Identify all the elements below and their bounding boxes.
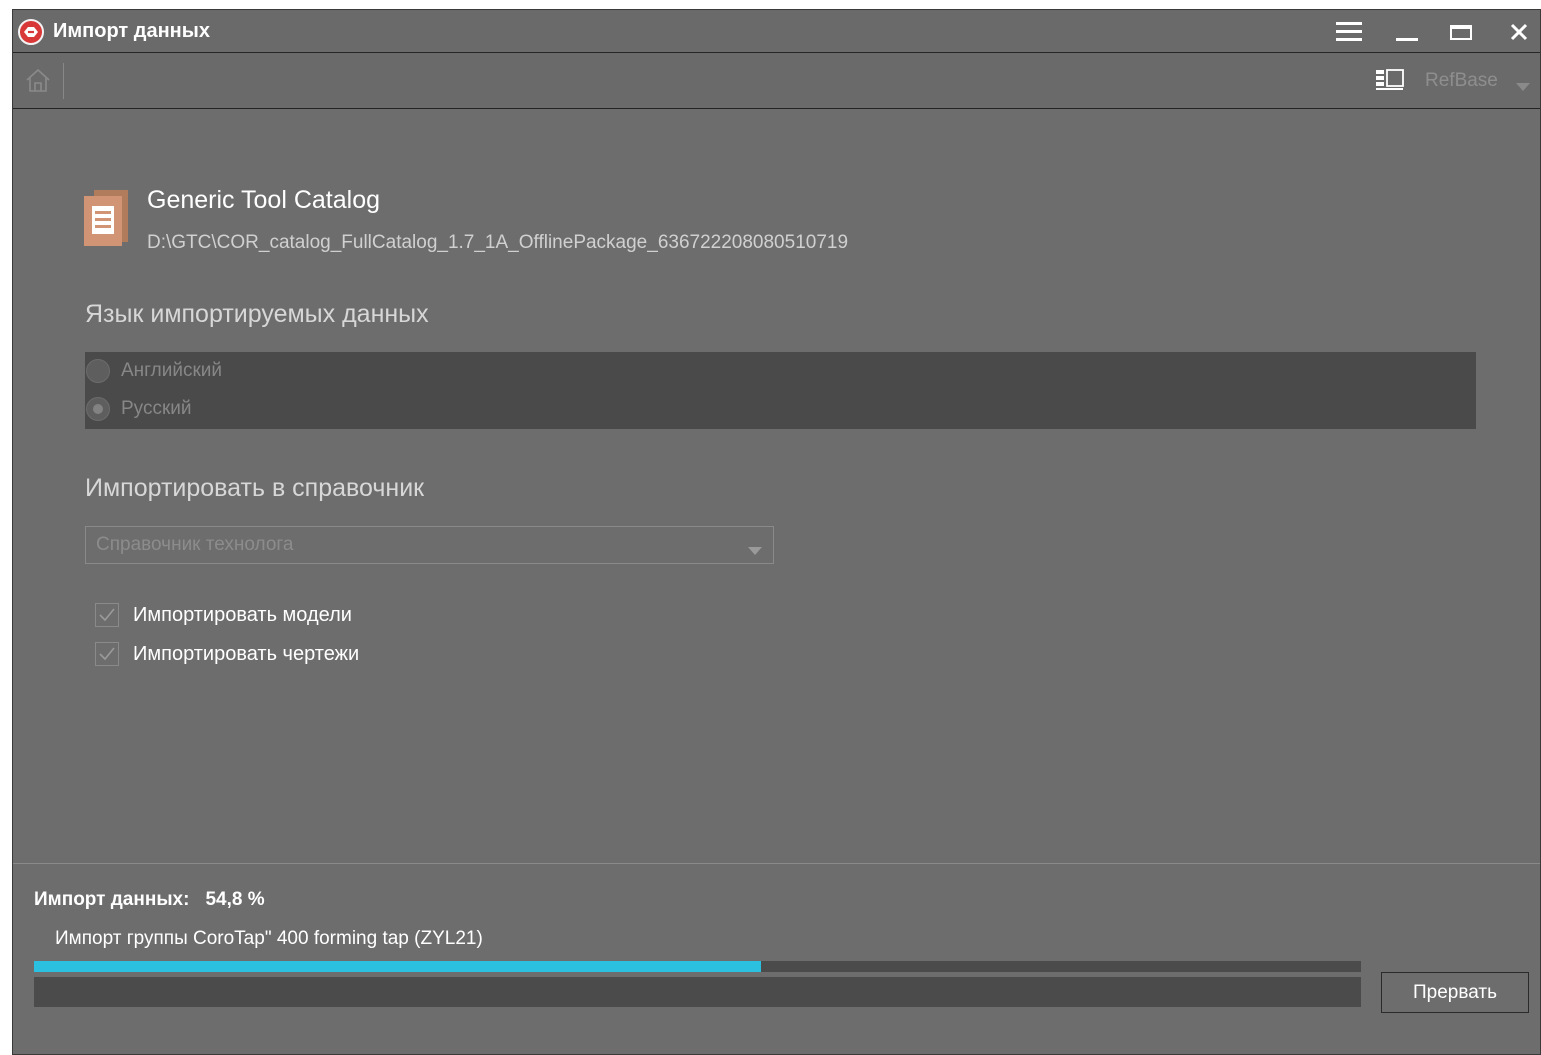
maximize-icon xyxy=(1450,23,1472,41)
catalog-book-icon xyxy=(84,188,130,251)
menu-button[interactable] xyxy=(1325,10,1373,53)
language-options-panel: Английский Русский xyxy=(85,352,1476,429)
chevron-down-icon[interactable] xyxy=(1516,78,1530,96)
maximize-button[interactable] xyxy=(1437,10,1485,53)
radio-button-selected[interactable] xyxy=(86,397,110,421)
import-drawings-checkbox[interactable] xyxy=(95,642,119,666)
progress-bar-secondary xyxy=(34,977,1361,1007)
minimize-button[interactable] xyxy=(1383,10,1431,53)
progress-percent: 54,8 % xyxy=(205,889,265,910)
progress-bar-fill xyxy=(34,961,762,972)
import-models-option[interactable]: Импортировать модели xyxy=(95,600,352,630)
minimize-icon xyxy=(1396,21,1418,43)
progress-label: Импорт данных: xyxy=(34,889,190,910)
close-icon xyxy=(1510,23,1528,41)
close-button[interactable] xyxy=(1495,10,1540,53)
abort-button[interactable]: Прервать xyxy=(1381,972,1529,1013)
import-drawings-option[interactable]: Импортировать чертежи xyxy=(95,639,359,669)
target-section-title: Импортировать в справочник xyxy=(85,474,425,502)
toolbar: RefBase xyxy=(13,53,1540,109)
hamburger-menu-icon xyxy=(1336,21,1362,43)
language-section-title: Язык импортируемых данных xyxy=(85,300,429,328)
footer-divider xyxy=(13,863,1540,864)
app-logo-icon xyxy=(18,19,44,45)
dropdown-value: Справочник технолога xyxy=(96,534,294,555)
progress-status: Импорт группы CoroTap" 400 forming tap (… xyxy=(55,928,483,949)
database-selector-label[interactable]: RefBase xyxy=(1425,70,1498,92)
panel-layout-icon[interactable] xyxy=(1375,69,1405,96)
checkbox-label: Импортировать чертежи xyxy=(133,642,360,665)
chevron-down-icon xyxy=(748,542,762,560)
catalog-path: D:\GTC\COR_catalog_FullCatalog_1.7_1A_Of… xyxy=(147,232,849,253)
window-title: Импорт данных xyxy=(53,20,210,42)
reference-book-dropdown[interactable]: Справочник технолога xyxy=(85,526,774,564)
checkmark-icon xyxy=(99,647,115,661)
home-icon[interactable] xyxy=(25,67,51,98)
radio-option-english[interactable]: Английский xyxy=(85,352,222,390)
radio-button[interactable] xyxy=(86,359,110,383)
radio-option-russian[interactable]: Русский xyxy=(85,390,192,428)
radio-label: Английский xyxy=(121,360,223,381)
progress-title: Импорт данных: 54,8 % xyxy=(34,889,265,911)
import-dialog-window: Импорт данных RefBase Generic Tool Catal… xyxy=(12,9,1541,1055)
catalog-title: Generic Tool Catalog xyxy=(147,186,381,214)
toolbar-separator xyxy=(63,63,64,99)
progress-bar xyxy=(34,961,1361,972)
title-bar: Импорт данных xyxy=(13,10,1540,53)
import-models-checkbox[interactable] xyxy=(95,603,119,627)
checkmark-icon xyxy=(99,608,115,622)
checkbox-label: Импортировать модели xyxy=(133,603,352,626)
radio-label: Русский xyxy=(121,398,192,419)
